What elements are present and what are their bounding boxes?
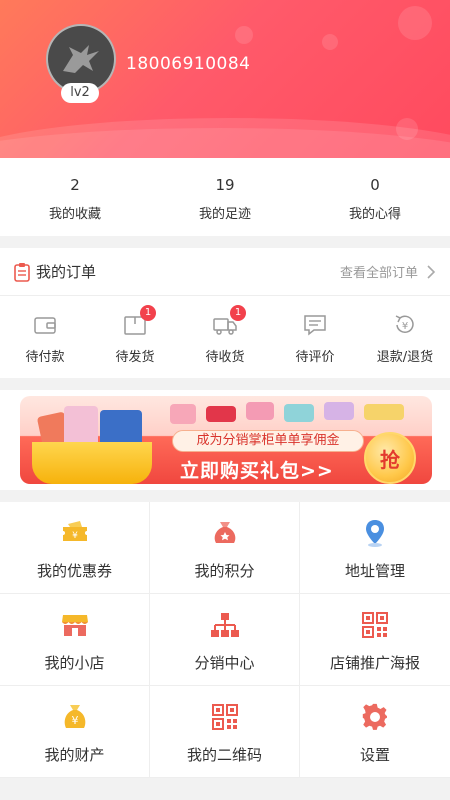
- grab-button[interactable]: 抢: [364, 432, 416, 484]
- yen-bag-icon: ¥: [64, 705, 85, 728]
- menu-item-label: 我的二维码: [186, 746, 262, 764]
- gift-product-image: [324, 402, 354, 420]
- menu-item-points[interactable]: 我的积分: [150, 502, 300, 594]
- promo-banner[interactable]: 成为分销掌柜单单享佣金 立即购买礼包>> 抢: [20, 396, 432, 484]
- menu-item-label: 地址管理: [344, 562, 405, 580]
- menu-item-assets[interactable]: ¥ 我的财产: [0, 686, 150, 778]
- gift-basket-image: [32, 442, 152, 484]
- header-bubble: [398, 6, 432, 40]
- menu-item-label: 我的优惠券: [36, 562, 112, 580]
- profile-header: lv2 18006910084: [0, 0, 450, 158]
- menu-item-settings[interactable]: 设置: [300, 686, 450, 778]
- order-pending-receipt[interactable]: 1 待收货: [180, 296, 270, 378]
- stat-value: 0: [370, 176, 380, 194]
- order-status-label: 待收货: [205, 350, 245, 365]
- menu-item-label: 设置: [359, 746, 390, 764]
- user-phone: 18006910084: [126, 54, 251, 74]
- stat-value: 2: [70, 176, 80, 194]
- stat-footprints[interactable]: 19 我的足迹: [150, 158, 300, 236]
- stat-value: 19: [215, 176, 235, 194]
- order-status-label: 待评价: [295, 350, 335, 365]
- gift-product-image: [64, 406, 98, 446]
- menu-item-distribution[interactable]: 分销中心: [150, 594, 300, 686]
- shop-icon: [61, 615, 88, 636]
- order-status-row: 待付款 1 待发货 1 待收货 待评价 ¥ 退款/退货: [0, 296, 450, 378]
- wallet-icon: [34, 317, 56, 334]
- clipboard-icon: [14, 262, 30, 282]
- location-pin-icon: [366, 520, 384, 547]
- view-all-orders-link[interactable]: 查看全部订单: [340, 262, 418, 281]
- comment-icon: [304, 315, 326, 336]
- order-status-label: 退款/退货: [376, 350, 434, 365]
- order-count-badge: 1: [140, 305, 156, 321]
- refund-icon: ¥: [395, 315, 414, 334]
- stat-label: 我的心得: [348, 207, 401, 222]
- feature-grid: ¥ 我的优惠券 我的积分 地址管理 我的小店 分销中心 店铺推广海报 ¥ 我的财…: [0, 502, 450, 778]
- gift-product-image: [206, 406, 236, 422]
- gift-product-image: [364, 404, 404, 420]
- menu-item-label: 我的积分: [194, 562, 255, 580]
- gift-product-image: [284, 404, 314, 422]
- orders-header[interactable]: 我的订单 查看全部订单: [0, 248, 450, 296]
- gift-product-image: [170, 404, 196, 424]
- svg-text:¥: ¥: [71, 714, 78, 727]
- svg-text:¥: ¥: [72, 531, 78, 541]
- menu-item-label: 分销中心: [194, 654, 255, 672]
- menu-item-coupons[interactable]: ¥ 我的优惠券: [0, 502, 150, 594]
- order-count-badge: 1: [230, 305, 246, 321]
- order-refund[interactable]: ¥ 退款/退货: [360, 296, 450, 378]
- menu-item-promo-poster[interactable]: 店铺推广海报: [300, 594, 450, 686]
- menu-item-my-shop[interactable]: 我的小店: [0, 594, 150, 686]
- order-pending-payment[interactable]: 待付款: [0, 296, 90, 378]
- pegasus-logo-icon: [63, 45, 99, 73]
- coupon-icon: ¥: [62, 521, 87, 541]
- money-bag-icon: [214, 522, 235, 543]
- menu-item-label: 我的财产: [44, 746, 105, 764]
- menu-item-label: 店铺推广海报: [329, 654, 420, 672]
- menu-item-my-qr[interactable]: 我的二维码: [150, 686, 300, 778]
- menu-item-address[interactable]: 地址管理: [300, 502, 450, 594]
- orders-section: 我的订单 查看全部订单 待付款 1 待发货 1 待收货 待评价 ¥ 退款/退货: [0, 248, 450, 378]
- promo-tagline: 成为分销掌柜单单享佣金: [172, 430, 364, 452]
- gift-product-image: [100, 410, 142, 446]
- promo-banner-section: 成为分销掌柜单单享佣金 立即购买礼包>> 抢: [0, 390, 450, 490]
- order-status-label: 待付款: [25, 350, 65, 365]
- chevron-right-icon: [427, 264, 436, 279]
- gift-product-image: [246, 402, 274, 420]
- order-pending-shipment[interactable]: 1 待发货: [90, 296, 180, 378]
- header-bubble: [322, 34, 338, 50]
- stat-label: 我的足迹: [198, 207, 251, 222]
- gear-icon: [362, 703, 387, 730]
- stats-bar: 2 我的收藏 19 我的足迹 0 我的心得: [0, 158, 450, 236]
- org-chart-icon: [210, 613, 239, 637]
- stat-label: 我的收藏: [48, 207, 101, 222]
- order-status-label: 待发货: [115, 350, 155, 365]
- order-pending-review[interactable]: 待评价: [270, 296, 360, 378]
- qr-code-icon: [211, 704, 238, 730]
- header-bubble: [235, 26, 253, 44]
- menu-item-label: 我的小店: [44, 654, 105, 672]
- level-badge: lv2: [61, 83, 99, 103]
- orders-title: 我的订单: [36, 263, 97, 281]
- stat-reviews[interactable]: 0 我的心得: [300, 158, 450, 236]
- promo-cta-text: 立即购买礼包>>: [180, 460, 334, 482]
- svg-text:¥: ¥: [402, 321, 408, 332]
- header-bubble: [396, 118, 418, 140]
- qr-code-icon: [362, 612, 388, 638]
- stat-favorites[interactable]: 2 我的收藏: [0, 158, 150, 236]
